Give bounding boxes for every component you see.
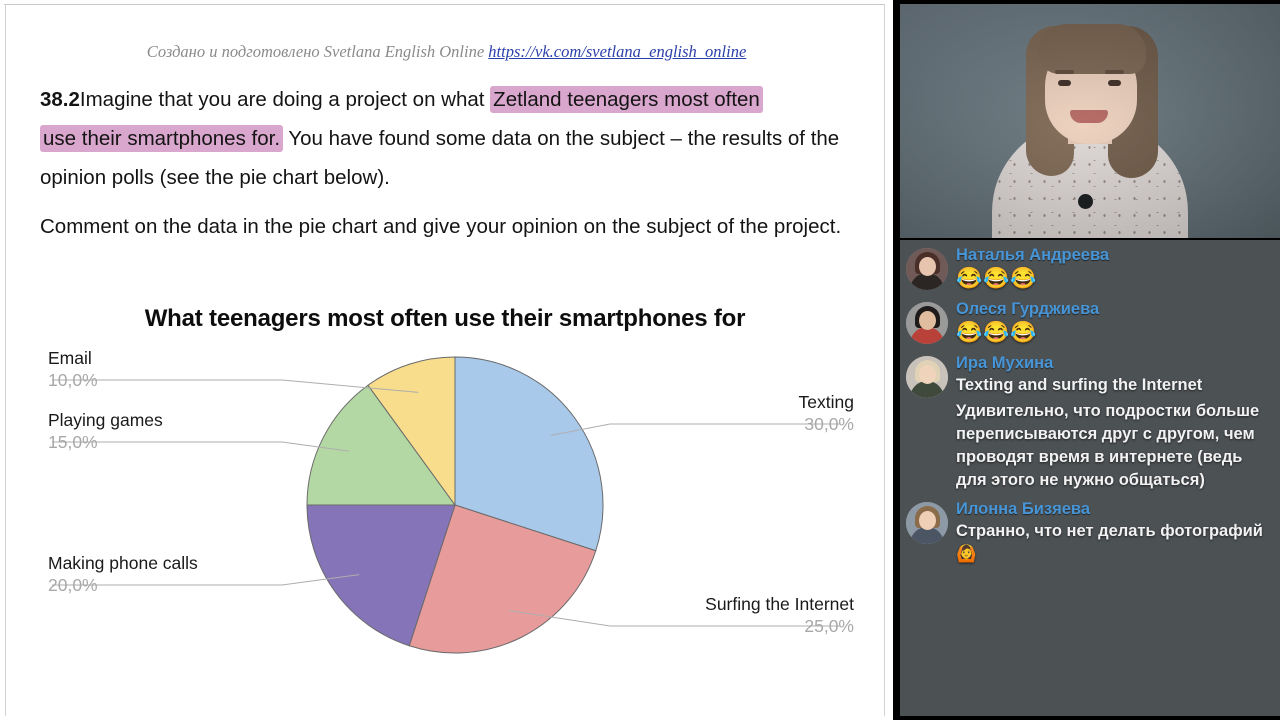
leader-line-texting xyxy=(550,423,840,436)
avatar[interactable] xyxy=(906,302,948,344)
pie-label-surfing-the-internet-name: Surfing the Internet xyxy=(705,594,854,614)
pie-label-texting-name: Texting xyxy=(798,392,854,412)
chat-message-body: Удивительно, что подростки больше перепи… xyxy=(956,400,1272,492)
pie-label-making-phone-calls-name: Making phone calls xyxy=(48,553,198,573)
pie-label-making-phone-calls-value: 20,0% xyxy=(48,575,98,595)
chat-message-text: 😂😂😂 xyxy=(956,321,1038,344)
pie-label-email-name: Email xyxy=(48,348,92,368)
pie-chart-svg xyxy=(52,356,840,654)
pie-chart: What teenagers most often use their smar… xyxy=(10,300,880,700)
chat-message[interactable]: Удивительно, что подростки больше перепи… xyxy=(900,400,1280,494)
chat-message-author[interactable]: Илонна Бизяева xyxy=(956,498,1272,520)
document-right-border xyxy=(884,4,885,716)
video-vignette xyxy=(900,4,1280,238)
task-highlight-2: use their smartphones for. xyxy=(40,125,284,152)
right-column: Наталья Андреева 😂😂😂 Олеся Гурджиева 😂😂😂 Ира… xyxy=(893,0,1280,720)
pie-label-email-value: 10,0% xyxy=(48,370,98,390)
task-text: 38.2Imagine that you are doing a project… xyxy=(40,80,860,256)
chat-message-text: Странно, что нет делать фотографий 🙆 xyxy=(956,522,1263,563)
document-top-border xyxy=(4,4,884,5)
task-paragraph-2: Comment on the data in the pie chart and… xyxy=(40,215,842,238)
screen: Создано и подготовлено Svetlana English … xyxy=(0,0,1280,720)
chat-message[interactable]: Илонна Бизяева Странно, что нет делать фо… xyxy=(900,494,1280,568)
chat-message-body: Наталья Андреева 😂😂😂 xyxy=(956,244,1272,292)
chat-message-author[interactable]: Олеся Гурджиева xyxy=(956,298,1272,320)
byline-link[interactable]: https://vk.com/svetlana_english_online xyxy=(488,42,746,61)
slide-document: Создано и подготовлено Svetlana English … xyxy=(0,0,893,720)
pie-label-playing-games: Playing games 15,0% xyxy=(48,410,163,453)
chat-message-text: Удивительно, что подростки больше перепи… xyxy=(956,402,1260,489)
avatar[interactable] xyxy=(906,502,948,544)
document-left-border xyxy=(5,4,6,716)
pie-slices xyxy=(306,356,604,654)
task-number: 38.2 xyxy=(40,88,80,111)
pie-label-surfing-the-internet-value: 25,0% xyxy=(804,616,854,636)
avatar[interactable] xyxy=(906,248,948,290)
pie-label-email: Email 10,0% xyxy=(48,348,98,391)
task-line1-pre: Imagine that you are doing a project on … xyxy=(79,88,491,111)
byline-text: Создано и подготовлено Svetlana English … xyxy=(146,42,485,61)
pie-label-playing-games-value: 15,0% xyxy=(48,432,98,452)
pie-label-texting-value: 30,0% xyxy=(804,414,854,434)
pie-label-making-phone-calls: Making phone calls 20,0% xyxy=(48,553,198,596)
chat-message-body: Ира Мухина Texting and surfing the Intern… xyxy=(956,352,1272,397)
task-paragraph-1: 38.2Imagine that you are doing a project… xyxy=(40,80,860,197)
chat-message-author[interactable]: Ира Мухина xyxy=(956,352,1272,374)
pie-label-texting: Texting 30,0% xyxy=(799,392,854,435)
chat-message-text: 😂😂😂 xyxy=(956,267,1038,290)
task-highlight-1: Zetland teenagers most often xyxy=(490,86,763,113)
chat-message[interactable]: Ира Мухина Texting and surfing the Intern… xyxy=(900,348,1280,400)
avatar[interactable] xyxy=(906,356,948,398)
chat-message-author[interactable]: Наталья Андреева xyxy=(956,244,1272,266)
byline: Создано и подготовлено Svetlana English … xyxy=(0,42,893,62)
chat-message[interactable]: Наталья Андреева 😂😂😂 xyxy=(900,240,1280,294)
chat-message[interactable]: Олеся Гурджиева 😂😂😂 xyxy=(900,294,1280,348)
pie-label-playing-games-name: Playing games xyxy=(48,410,163,430)
pie-label-surfing-the-internet: Surfing the Internet 25,0% xyxy=(705,594,854,637)
chat-panel[interactable]: Наталья Андреева 😂😂😂 Олеся Гурджиева 😂😂😂 Ира… xyxy=(900,240,1280,716)
chat-message-text: Texting and surfing the Internet xyxy=(956,376,1203,394)
chat-message-body: Илонна Бизяева Странно, что нет делать фо… xyxy=(956,498,1272,566)
chat-message-body: Олеся Гурджиева 😂😂😂 xyxy=(956,298,1272,346)
presenter-video[interactable] xyxy=(900,4,1280,238)
